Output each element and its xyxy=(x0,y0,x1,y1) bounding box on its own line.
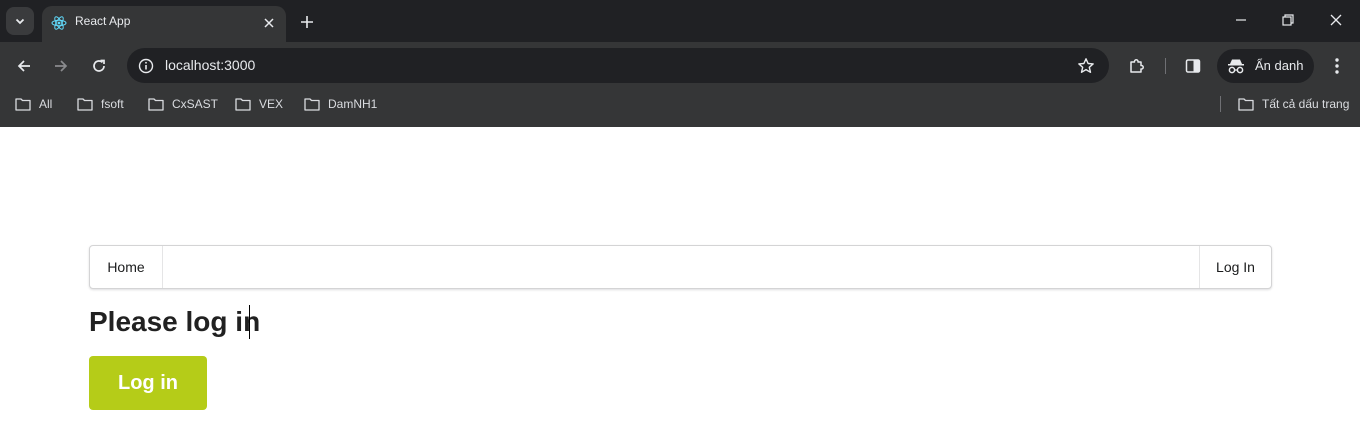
folder-icon xyxy=(235,98,251,111)
more-vertical-icon xyxy=(1335,58,1339,74)
bookmark-label: All xyxy=(39,97,53,111)
tab-react-app[interactable]: React App xyxy=(42,6,286,42)
incognito-icon xyxy=(1228,59,1244,74)
close-window-button[interactable] xyxy=(1316,4,1356,36)
login-button[interactable]: Log in xyxy=(89,356,207,410)
forward-button[interactable] xyxy=(47,52,75,80)
info-icon xyxy=(138,58,154,74)
puzzle-icon xyxy=(1130,59,1144,73)
folder-icon xyxy=(148,98,164,111)
bookmark-label: CxSAST xyxy=(172,97,219,111)
bookmark-folder[interactable]: fsoft xyxy=(77,94,124,114)
bookmark-folder[interactable]: VEX xyxy=(235,94,283,114)
folder-icon xyxy=(77,98,93,111)
toolbar-divider xyxy=(1165,58,1166,74)
react-icon xyxy=(51,16,67,30)
folder-icon xyxy=(1238,98,1254,111)
side-panel-icon xyxy=(1185,59,1201,73)
tab-strip: React App xyxy=(0,0,1360,42)
new-tab-button[interactable] xyxy=(295,10,319,34)
text-cursor xyxy=(249,305,250,339)
folder-icon xyxy=(304,98,320,111)
reload-button[interactable] xyxy=(85,52,113,80)
bookmark-star-button[interactable] xyxy=(1075,55,1097,77)
page-heading: Please log in xyxy=(89,306,261,337)
side-panel-button[interactable] xyxy=(1179,52,1207,80)
bookmark-label: DamNH1 xyxy=(328,97,378,111)
restore-icon xyxy=(1282,14,1294,26)
tab-search-button[interactable] xyxy=(6,7,34,35)
tab-title: React App xyxy=(75,14,131,28)
menu-item-login[interactable]: Log In xyxy=(1199,246,1271,288)
bookmark-label: VEX xyxy=(259,97,284,111)
bookmark-folder[interactable]: CxSAST xyxy=(148,94,218,114)
close-icon xyxy=(1330,14,1342,26)
restore-button[interactable] xyxy=(1268,4,1308,36)
close-icon xyxy=(264,18,274,28)
all-bookmarks-label: Tất cả dấu trang xyxy=(1262,97,1350,111)
bookmark-folder[interactable]: All xyxy=(15,94,52,114)
browser-menu-button[interactable] xyxy=(1323,52,1351,80)
arrow-left-icon xyxy=(17,60,30,72)
all-bookmarks-folder[interactable]: Tất cả dấu trang xyxy=(1238,94,1349,114)
incognito-profile-button[interactable]: Ẩn danh xyxy=(1217,49,1314,83)
folder-icon xyxy=(15,98,31,111)
incognito-label: Ẩn danh xyxy=(1255,58,1304,73)
address-bar[interactable]: localhost:3000 xyxy=(127,48,1109,83)
extensions-button[interactable] xyxy=(1123,52,1151,80)
chevron-down-icon xyxy=(15,18,25,25)
close-tab-button[interactable] xyxy=(260,14,278,32)
bookmark-folder[interactable]: DamNH1 xyxy=(304,94,377,114)
minimize-button[interactable] xyxy=(1221,4,1261,36)
plus-icon xyxy=(301,16,313,28)
arrow-right-icon xyxy=(55,60,68,72)
reload-icon xyxy=(93,59,105,72)
site-info-button[interactable] xyxy=(135,55,157,77)
browser-chrome: React App localhost:3000 Ẩn danh All fso… xyxy=(0,0,1360,127)
back-button[interactable] xyxy=(10,52,38,80)
url-text: localhost:3000 xyxy=(165,57,256,73)
app-menu: Home Log In xyxy=(89,245,1272,289)
bookmark-label: fsoft xyxy=(101,97,124,111)
star-icon xyxy=(1078,58,1094,73)
menu-item-home[interactable]: Home xyxy=(90,246,163,288)
minimize-icon xyxy=(1236,19,1246,21)
bookmarks-divider xyxy=(1220,96,1221,112)
